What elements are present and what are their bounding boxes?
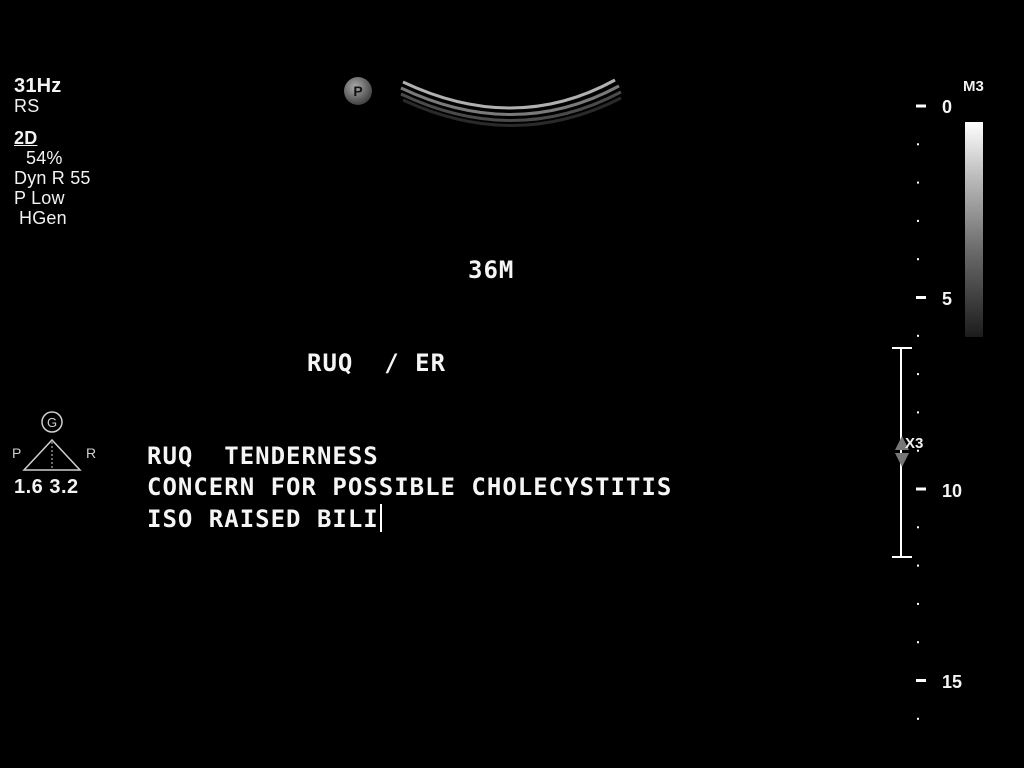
annotation-line-2: CONCERN FOR POSSIBLE CHOLECYSTITIS bbox=[147, 473, 673, 501]
orientation-marker-letter: P bbox=[353, 83, 363, 99]
frame-rate: 31Hz bbox=[14, 75, 62, 97]
patient-id-annotation: 36M bbox=[468, 256, 515, 284]
dynamic-range: Dyn R 55 bbox=[14, 168, 91, 188]
power-setting: P Low bbox=[14, 188, 65, 208]
mode-2d: 2D bbox=[14, 128, 38, 148]
body-marker-right-letter: R bbox=[86, 445, 96, 461]
body-marker-icon: G P R bbox=[12, 411, 96, 471]
probe-arc bbox=[400, 78, 622, 127]
orientation-marker-icon: P bbox=[344, 77, 372, 105]
focus-down-arrow-icon[interactable] bbox=[895, 453, 909, 467]
focus-label: X3 bbox=[905, 435, 924, 452]
annotation-line-3-wrap[interactable]: ISO RAISED BILI bbox=[147, 504, 382, 533]
annotation-line-1: RUQ TENDERNESS bbox=[147, 442, 379, 470]
body-marker-left-letter: P bbox=[12, 445, 21, 461]
body-marker-values: 1.6 3.2 bbox=[14, 476, 79, 498]
depth-label-5: 5 bbox=[942, 289, 953, 309]
annotation-line-3: ISO RAISED BILI bbox=[147, 505, 379, 533]
mode-rs: RS bbox=[14, 96, 40, 116]
depth-label-0: 0 bbox=[942, 97, 953, 117]
depth-scale bbox=[892, 104, 926, 720]
gain-value: 54% bbox=[26, 148, 63, 168]
imaging-parameters-panel: 31Hz RS 2D 54% Dyn R 55 P Low HGen bbox=[14, 76, 91, 228]
preset-name: HGen bbox=[19, 208, 67, 228]
location-annotation: RUQ / ER bbox=[307, 349, 447, 377]
body-marker-top-letter: G bbox=[47, 415, 57, 430]
depth-label-10: 10 bbox=[942, 481, 963, 501]
text-cursor bbox=[379, 504, 382, 532]
depth-label-15: 15 bbox=[942, 672, 963, 692]
